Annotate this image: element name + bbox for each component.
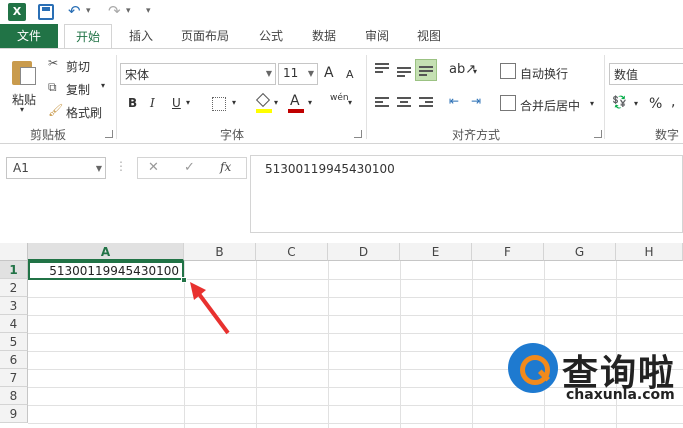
watermark-url: chaxunla.com [566, 387, 675, 403]
watermark-logo-icon [508, 343, 558, 393]
tab-home[interactable]: 开始 [64, 24, 112, 48]
